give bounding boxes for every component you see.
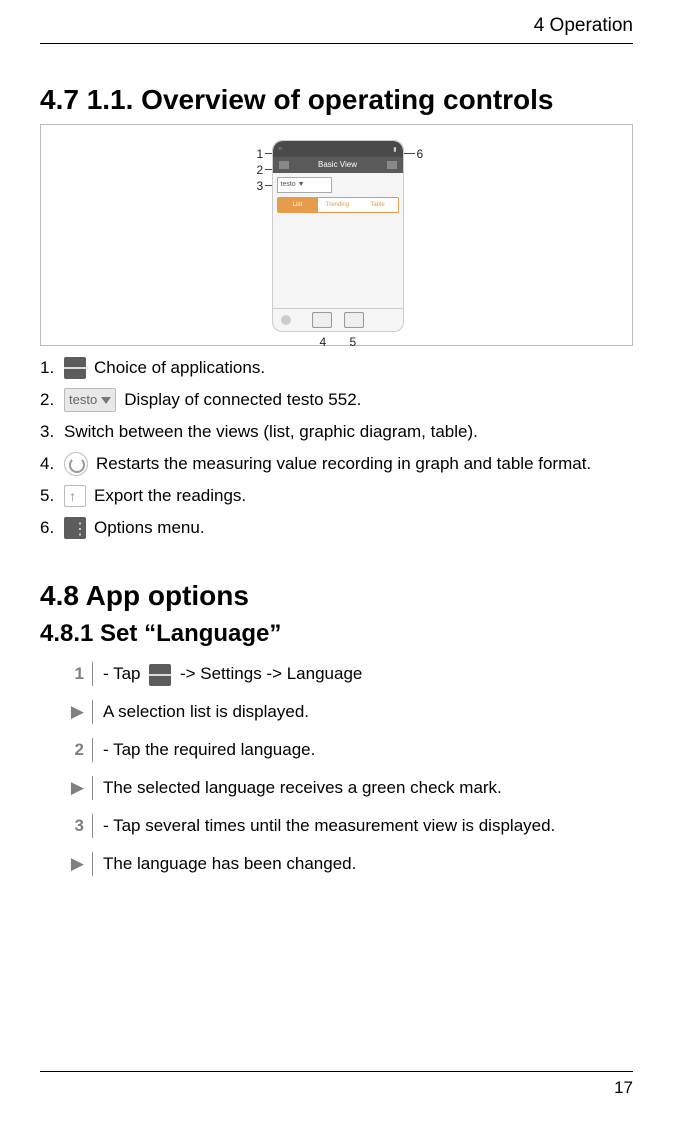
figure-overview-controls: 1 2 3 6 4 5 ○▮ Basic View testo ▼ L — [40, 124, 633, 346]
device-statusbar: ○▮ — [273, 141, 403, 157]
legend-text: Restarts the measuring value recording i… — [96, 452, 591, 476]
device-title-text: Basic View — [318, 160, 357, 169]
legend-text: Display of connected testo 552. — [124, 388, 361, 412]
steps-list: 1 - Tap -> Settings -> Language ▶ A sele… — [62, 662, 633, 876]
step-result-2: ▶ The selected language receives a green… — [62, 776, 633, 800]
step-text: - Tap -> Settings -> Language — [93, 662, 362, 686]
legend-item-1: 1. Choice of applications. — [40, 356, 633, 380]
footer-button-1 — [312, 312, 332, 328]
hamburger-icon — [64, 357, 86, 379]
step-1: 1 - Tap -> Settings -> Language — [62, 662, 633, 686]
step-marker: 1 — [62, 662, 93, 686]
section-heading-4-8-1: 4.8.1 Set “Language” — [40, 620, 633, 648]
legend-item-5: 5. Export the readings. — [40, 484, 633, 508]
footer-button-2 — [344, 312, 364, 328]
callout-5: 5 — [350, 335, 357, 349]
restart-icon — [281, 315, 291, 325]
tab-list: List — [278, 198, 318, 212]
legend-item-2: 2. testo Display of connected testo 552. — [40, 388, 633, 412]
step-text-post: -> Settings -> Language — [180, 664, 362, 683]
legend-item-6: 6. Options menu. — [40, 516, 633, 540]
step-text: - Tap the required language. — [93, 738, 315, 762]
step-text: - Tap several times until the measuremen… — [93, 814, 555, 838]
legend-number: 6. — [40, 516, 64, 540]
legend-item-3: 3. Switch between the views (list, graph… — [40, 420, 633, 444]
callout-3: 3 — [257, 179, 264, 193]
options-icon — [64, 517, 86, 539]
device-tabs: List Trending Table — [277, 197, 399, 213]
device-titlebar: Basic View — [273, 157, 403, 173]
tab-trending: Trending — [318, 198, 358, 212]
page-number: 17 — [40, 1071, 633, 1098]
legend-text: Options menu. — [94, 516, 205, 540]
step-marker: 2 — [62, 738, 93, 762]
legend-text: Export the readings. — [94, 484, 246, 508]
legend-number: 1. — [40, 356, 64, 380]
running-header: 4 Operation — [40, 15, 633, 44]
step-2: 2 - Tap the required language. — [62, 738, 633, 762]
step-marker: ▶ — [62, 700, 93, 724]
legend-text: Switch between the views (list, graphic … — [64, 420, 478, 444]
callout-6: 6 — [417, 147, 424, 161]
device-footer — [273, 308, 403, 331]
section-heading-4-7: 4.7 1.1. Overview of operating controls — [40, 84, 633, 116]
legend-number: 4. — [40, 452, 64, 476]
step-text: A selection list is displayed. — [93, 700, 309, 724]
testo-label: testo — [69, 388, 97, 412]
callout-2: 2 — [257, 163, 264, 177]
section-heading-4-8: 4.8 App options — [40, 580, 633, 612]
document-page: 4 Operation 4.7 1.1. Overview of operati… — [0, 0, 673, 1128]
options-icon — [387, 161, 397, 169]
callout-line — [403, 153, 415, 154]
step-3: 3 - Tap several times until the measurem… — [62, 814, 633, 838]
hamburger-icon — [149, 664, 171, 686]
legend-number: 2. — [40, 388, 64, 412]
step-text-pre: - Tap — [103, 664, 145, 683]
testo-dropdown-icon: testo — [64, 388, 116, 412]
legend-number: 3. — [40, 420, 64, 444]
device-dropdown: testo ▼ — [277, 177, 332, 193]
step-result-3: ▶ The language has been changed. — [62, 852, 633, 876]
hamburger-icon — [279, 161, 289, 169]
restart-icon — [64, 452, 88, 476]
step-marker: 3 — [62, 814, 93, 838]
legend-item-4: 4. Restarts the measuring value recordin… — [40, 452, 633, 476]
legend-number: 5. — [40, 484, 64, 508]
callout-1: 1 — [257, 147, 264, 161]
device-mock-wrapper: 1 2 3 6 4 5 ○▮ Basic View testo ▼ L — [217, 135, 457, 335]
step-marker: ▶ — [62, 776, 93, 800]
device-mock: ○▮ Basic View testo ▼ List Trending Tabl… — [272, 140, 404, 332]
legend-text: Choice of applications. — [94, 356, 265, 380]
callout-4: 4 — [320, 335, 327, 349]
chevron-down-icon — [101, 397, 111, 404]
tab-table: Table — [358, 198, 398, 212]
step-text: The selected language receives a green c… — [93, 776, 502, 800]
legend-list: 1. Choice of applications. 2. testo Disp… — [40, 356, 633, 540]
step-text: The language has been changed. — [93, 852, 356, 876]
export-icon — [64, 485, 86, 507]
step-marker: ▶ — [62, 852, 93, 876]
step-result-1: ▶ A selection list is displayed. — [62, 700, 633, 724]
